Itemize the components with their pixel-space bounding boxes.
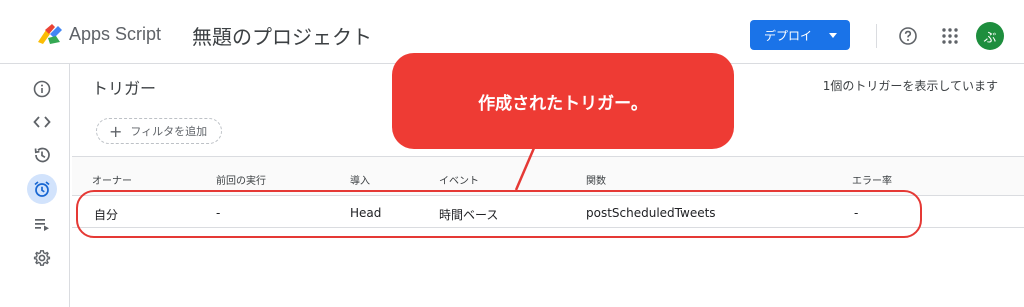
apps-script-triggers-page: Apps Script 無題のプロジェクト デプロイ ぶ トリガー 1個のトリガ… [0, 0, 1024, 307]
callout-pointer-line [514, 147, 536, 191]
row-highlight-outline [76, 190, 922, 238]
annotation-callout: 作成されたトリガー。 [392, 53, 734, 149]
annotation-text: 作成されたトリガー。 [478, 93, 648, 114]
